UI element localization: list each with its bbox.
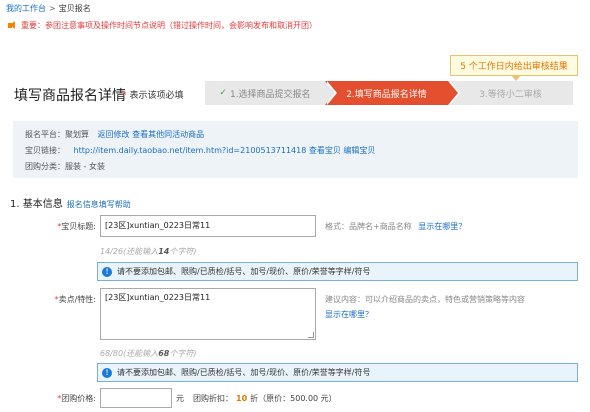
title-where-shown-link[interactable]: 显示在哪里？ [418, 222, 466, 231]
selling-label: *卖点/特性: [6, 294, 96, 305]
price-unit: 元 [176, 394, 184, 403]
title-format-hint: 格式：品牌名+商品名称 显示在哪里？ [325, 221, 466, 232]
selling-label-text: 卖点/特性: [58, 295, 96, 304]
title-char-count: 14/26(还能输入14个字符) [100, 246, 196, 257]
price-label: *团购价格: [6, 393, 96, 404]
price-label-text: 团购价格: [61, 394, 96, 403]
title-label-text: 宝贝标题: [61, 222, 96, 231]
discount-row: 团购折扣： 10 折（原价：500.00 元） [193, 393, 337, 404]
progress-steps: ✓ 1.选择商品提交报名 2.填写商品报名详情 3.等待小二审核 [205, 81, 573, 105]
step-1-label: 1.选择商品提交报名 [229, 89, 311, 100]
step-2: 2.填写商品报名详情 [325, 81, 460, 105]
title-warning-text: 请不要添加包邮、限购/已质检/括号、加号/现价、原价/荣誉等字样/符号 [117, 267, 371, 276]
category-row: 团购分类：服装 - 女装 [25, 161, 111, 172]
selling-point-textarea[interactable]: [23区]xuntian_0223日常11 [100, 288, 316, 340]
speaker-icon [8, 21, 18, 30]
selling-count-pre: 68/80(还能输入 [100, 349, 159, 358]
step-2-label: 2.填写商品报名详情 [346, 89, 427, 100]
breadcrumb-separator: > [49, 4, 56, 13]
item-info-box: 报名平台：聚划算 返回修改 查看其他同活动商品 宝贝链接： http://ite… [13, 121, 578, 178]
info-icon: ! [102, 367, 112, 378]
help-link[interactable]: 报名信息填写帮助 [67, 200, 131, 209]
review-time-tip: 5 个工作日内给出审核结果 [450, 55, 578, 81]
view-item-link[interactable]: 查看宝贝 [309, 146, 341, 155]
item-link-row: 宝贝链接： http://item.daily.taobao.net/item.… [25, 145, 375, 156]
required-star-icon: * [122, 91, 127, 101]
resize-handle[interactable] [308, 332, 314, 338]
required-note-text: 表示该项必填 [129, 91, 184, 101]
category-text: 团购分类：服装 - 女装 [25, 162, 105, 171]
selling-count-num: 68 [158, 349, 170, 358]
selling-warning: ! 请不要添加包邮、限购/已质检/括号、加号/现价、原价/荣誉等字样/符号 [97, 363, 578, 382]
item-link-label: 宝贝链接： [25, 146, 65, 155]
notice-text[interactable]: 重要：参团注意事项及操作时间节点说明（错过操作时间，会影响发布和取消开团） [21, 20, 317, 31]
selling-point-value: [23区]xuntian_0223日常11 [105, 293, 211, 302]
title-count-pre: 14/26(还能输入 [100, 247, 159, 256]
page-title: 填写商品报名详情 [14, 88, 126, 104]
edit-item-link[interactable]: 编辑宝贝 [343, 146, 375, 155]
step-3: 3.等待小二审核 [448, 81, 573, 105]
title-input[interactable]: [23区]xuntian_0223日常11 [100, 215, 316, 237]
title-format-text: 格式：品牌名+商品名称 [325, 222, 412, 231]
view-other-items-link[interactable]: 查看其他同活动商品 [132, 130, 204, 139]
selling-char-count: 68/80(还能输入68个字符) [100, 348, 196, 359]
selling-where-shown-link[interactable]: 显示在哪里？ [325, 309, 373, 320]
check-icon: ✓ [219, 88, 227, 98]
selling-suggest-hint: 建议内容：可以介绍商品的卖点，特色或营销策略等内容 [325, 295, 525, 304]
selling-count-post: 个字符) [169, 349, 197, 358]
selling-warning-text: 请不要添加包邮、限购/已质检/括号、加号/现价、原价/荣誉等字样/符号 [117, 368, 371, 377]
back-edit-link[interactable]: 返回修改 [98, 130, 130, 139]
section-basic-info: 1. 基本信息 报名信息填写帮助 [10, 195, 131, 210]
breadcrumb-home-link[interactable]: 我的工作台 [6, 4, 46, 13]
title-label: *宝贝标题: [6, 221, 96, 232]
step-3-label: 3.等待小二审核 [479, 89, 542, 100]
platform-label: 报名平台：聚划算 [25, 130, 89, 139]
title-count-post: 个字符) [169, 247, 197, 256]
step-1: ✓ 1.选择商品提交报名 [205, 81, 337, 105]
discount-unit: 折（原价：500.00 元） [250, 394, 337, 403]
discount-value: 10 [236, 394, 248, 403]
required-note: * 表示该项必填 [122, 88, 184, 101]
section-title: 1. 基本信息 [10, 199, 63, 210]
title-warning: ! 请不要添加包邮、限购/已质检/括号、加号/现价、原价/荣誉等字样/符号 [97, 262, 578, 281]
discount-label: 团购折扣： [193, 394, 233, 403]
price-input[interactable] [100, 388, 172, 408]
important-notice[interactable]: 重要：参团注意事项及操作时间节点说明（错过操作时间，会影响发布和取消开团） [8, 20, 317, 31]
item-url-link[interactable]: http://item.daily.taobao.net/item.htm?id… [74, 146, 307, 155]
info-icon: ! [102, 266, 112, 277]
breadcrumb-current: 宝贝报名 [58, 4, 91, 13]
title-count-num: 14 [158, 247, 170, 256]
platform-row: 报名平台：聚划算 返回修改 查看其他同活动商品 [25, 129, 204, 140]
breadcrumb: 我的工作台 > 宝贝报名 [6, 3, 91, 14]
